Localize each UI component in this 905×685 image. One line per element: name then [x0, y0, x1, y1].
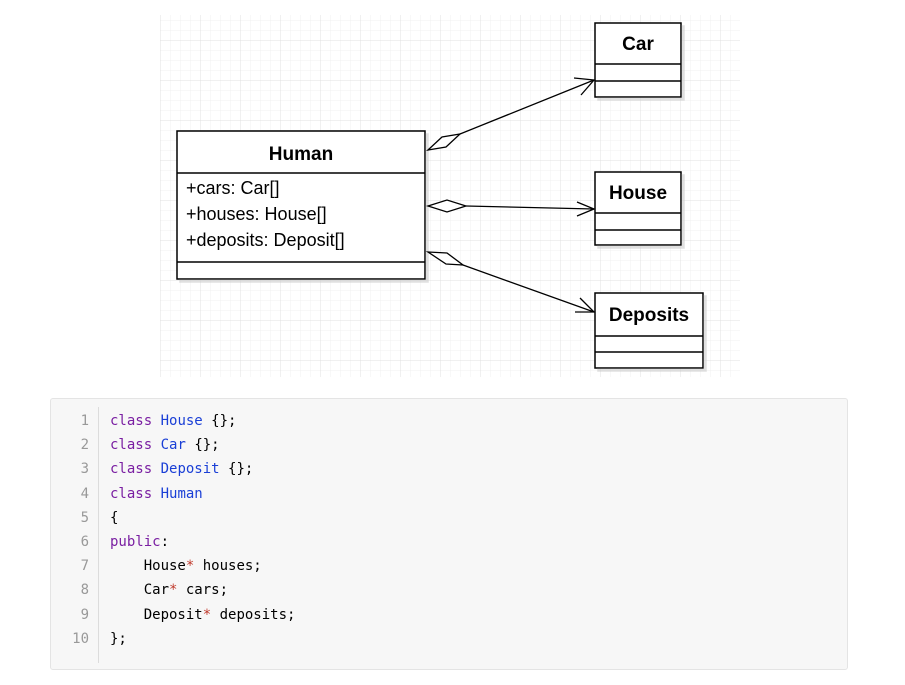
code-token: class	[110, 461, 153, 478]
line-number: 4	[80, 485, 89, 502]
code-text: House* houses;	[110, 554, 262, 578]
code-token: class	[110, 413, 153, 429]
code-text: Deposit* deposits;	[110, 603, 296, 627]
code-token: houses;	[194, 558, 262, 575]
code-token: Car	[160, 437, 186, 454]
line-number: 1	[80, 413, 89, 429]
code-text: class Car {};	[110, 433, 220, 457]
code-token: :	[160, 534, 170, 550]
code-line: 1 class House {};	[51, 409, 847, 433]
code-token: Deposit	[160, 461, 220, 478]
code-token: class	[110, 437, 153, 454]
code-token: House	[110, 558, 186, 575]
line-number: 5	[80, 509, 89, 526]
code-text: {	[110, 506, 118, 530]
code-token: class	[110, 485, 153, 502]
line-number: 7	[80, 558, 89, 575]
code-token: };	[110, 630, 127, 647]
code-line: 9 Deposit* deposits;	[51, 603, 847, 627]
code-token: {};	[219, 461, 254, 478]
code-token: deposits;	[211, 606, 296, 623]
line-number: 6	[80, 534, 89, 550]
code-text: class Human	[110, 482, 203, 506]
line-number: 10	[72, 630, 89, 647]
code-block: 1 class House {}; 2 class Car {}; 3 class Dep…	[50, 398, 848, 670]
code-token: {	[110, 509, 119, 526]
code-line: 10};	[51, 627, 847, 651]
code-line: 7 House* houses;	[51, 554, 847, 578]
class-car-name: Car	[622, 34, 654, 55]
code-token: {};	[185, 437, 220, 454]
code-token: House	[160, 413, 203, 429]
class-human-name: Human	[269, 144, 333, 165]
class-house-name: House	[609, 183, 667, 204]
code-token: Human	[160, 485, 203, 502]
code-token: Deposit	[110, 606, 203, 623]
code-token: cars;	[177, 582, 229, 599]
code-line: 5{	[51, 506, 847, 530]
code-token: {};	[202, 413, 237, 429]
class-human-attribute-cars: +cars: Car[]	[186, 178, 280, 198]
line-number: 8	[80, 582, 89, 599]
code-token: *	[202, 606, 212, 623]
uml-class-diagram: Human +cars: Car[] +houses: House[] +dep…	[0, 0, 905, 385]
class-human-attribute-houses: +houses: House[]	[186, 204, 327, 224]
line-number: 2	[80, 437, 89, 454]
code-text: };	[110, 627, 127, 651]
code-line: 2 class Car {};	[51, 433, 847, 457]
code-line: 4 class Human	[51, 482, 847, 506]
code-text: Car* cars;	[110, 578, 228, 602]
code-token: Car	[110, 582, 170, 599]
code-line: 3 class Deposit {};	[51, 457, 847, 481]
line-number: 3	[80, 461, 89, 478]
code-text: public:	[110, 530, 169, 554]
code-token: public	[110, 534, 161, 550]
class-deposits-name: Deposits	[609, 305, 689, 326]
code-text: class House {};	[110, 409, 236, 433]
code-line: 6 public:	[51, 530, 847, 554]
class-human-attribute-deposits: +deposits: Deposit[]	[186, 230, 345, 250]
uml-canvas: Human +cars: Car[] +houses: House[] +dep…	[160, 15, 740, 377]
code-text: class Deposit {};	[110, 457, 253, 481]
code-line: 8 Car* cars;	[51, 578, 847, 602]
line-number: 9	[80, 606, 89, 623]
